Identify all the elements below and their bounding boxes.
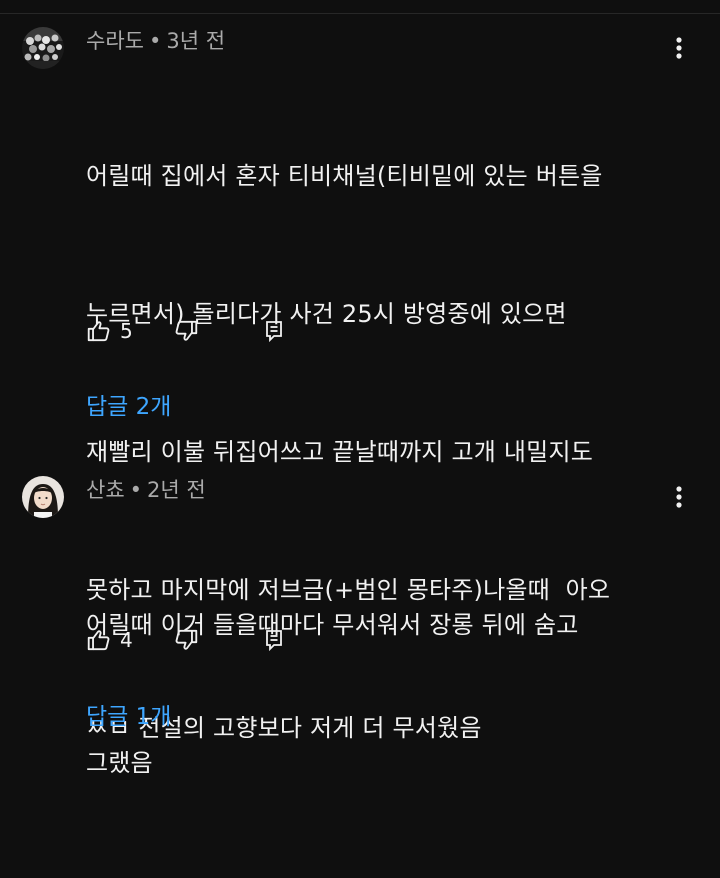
thumb-up-icon <box>87 321 110 342</box>
reply-button[interactable] <box>263 319 285 343</box>
top-divider <box>0 0 720 14</box>
dislike-button[interactable] <box>173 318 199 344</box>
reply-icon <box>266 630 282 652</box>
thumb-down-icon <box>175 320 198 341</box>
author-name[interactable]: 산쵸 <box>86 478 125 502</box>
comment-meta: 수라도 • 3년 전 <box>86 28 225 54</box>
comment-time[interactable]: 2년 전 <box>147 478 206 502</box>
reply-icon <box>266 321 282 343</box>
reply-button[interactable] <box>263 628 285 652</box>
like-count: 5 <box>120 319 133 343</box>
like-count: 4 <box>120 628 133 652</box>
comment-actions: 4 <box>86 625 285 655</box>
comment-actions: 5 <box>86 316 285 346</box>
meta-separator: • <box>129 478 143 502</box>
replies-label: 답글 1개 <box>86 704 172 730</box>
comment-time[interactable]: 3년 전 <box>166 29 225 53</box>
view-replies-button[interactable]: 답글 2개 <box>86 392 171 422</box>
comment-line: 그랬음 <box>86 749 153 777</box>
more-options-button[interactable] <box>664 482 694 512</box>
comment-text: 어릴때 이거 들을때마다 무서워서 장롱 뒤에 숨고 그랬음 <box>86 510 686 878</box>
comment-meta: 산쵸 • 2년 전 <box>86 477 206 503</box>
replies-label: 답글 2개 <box>86 394 172 420</box>
meta-separator: • <box>148 29 162 53</box>
more-vert-icon <box>676 37 682 59</box>
dislike-button[interactable] <box>173 627 199 653</box>
avatar[interactable] <box>22 27 64 69</box>
view-replies-button[interactable]: 답글 1개 <box>86 702 171 732</box>
avatar[interactable] <box>22 476 64 518</box>
comment-line: 어릴때 집에서 혼자 티비채널(티비밑에 있는 버튼을 <box>86 162 603 190</box>
like-button[interactable]: 4 <box>86 627 172 653</box>
comment-line: 재빨리 이불 뒤집어쓰고 끝날때까지 고개 내밀지도 <box>86 438 594 466</box>
thumb-up-icon <box>87 630 110 651</box>
author-name[interactable]: 수라도 <box>86 29 144 53</box>
more-options-button[interactable] <box>664 33 694 63</box>
like-button[interactable]: 5 <box>86 318 172 344</box>
thumb-down-icon <box>175 629 198 650</box>
more-vert-icon <box>676 486 682 508</box>
